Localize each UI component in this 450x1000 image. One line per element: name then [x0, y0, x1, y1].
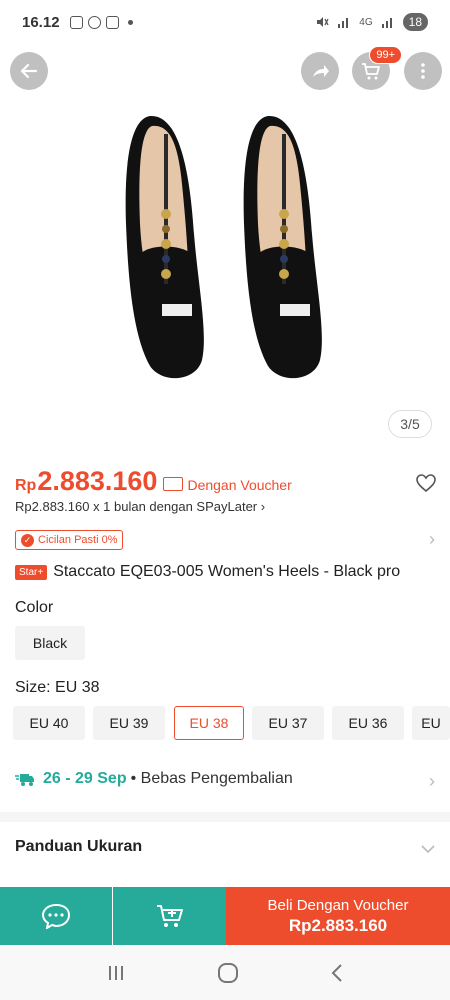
more-icon [421, 63, 425, 79]
notification-icons [69, 15, 133, 29]
buy-button-label: Beli Dengan Voucher [267, 896, 409, 914]
voucher-label: Dengan Voucher [187, 477, 292, 493]
return-policy: • Bebas Pengembalian [130, 770, 293, 787]
cart-count-badge: 99+ [369, 46, 402, 64]
star-plus-badge: Star+ [15, 564, 48, 580]
share-icon [313, 65, 329, 77]
mute-icon [317, 17, 329, 27]
size-option-eu-36[interactable]: EU 36 [332, 706, 404, 740]
battery-level: 18 [402, 13, 428, 31]
color-option-black[interactable]: Black [15, 626, 85, 660]
status-bar: 16.12 4G 18 [0, 0, 450, 44]
nav-back-icon[interactable] [330, 963, 344, 983]
chevron-right-icon[interactable]: › [429, 771, 435, 792]
bottom-action-bar: Beli Dengan Voucher Rp2.883.160 [0, 887, 450, 945]
chat-button[interactable] [0, 887, 112, 945]
delivery-truck-icon [15, 774, 34, 786]
signal-icon-2 [381, 18, 392, 28]
recent-apps-icon[interactable] [106, 964, 126, 982]
chat-icon [41, 903, 71, 929]
product-title: Staccato EQE03-005 Women's Heels - Black… [53, 563, 401, 580]
size-option-eu-37[interactable]: EU 37 [252, 706, 324, 740]
size-option-eu-partial[interactable]: EU [412, 706, 450, 740]
size-option-eu-38[interactable]: EU 38 [174, 706, 244, 740]
system-nav-bar [0, 945, 450, 1000]
spaylater-link[interactable]: Rp2.883.160 x 1 bulan dengan SPayLater › [15, 499, 265, 514]
shipping-row[interactable]: 26 - 29 Sep • Bebas Pengembalian [15, 770, 293, 788]
buy-button-price: Rp2.883.160 [288, 915, 388, 935]
cicilan-label: Cicilan Pasti 0% [38, 534, 118, 546]
more-options-button[interactable] [404, 52, 442, 90]
network-type: 4G [359, 16, 373, 28]
check-icon: ✓ [21, 533, 34, 547]
add-to-cart-icon [156, 905, 183, 927]
buy-with-voucher-button[interactable]: Beli Dengan Voucher Rp2.883.160 [226, 887, 450, 945]
price-row: Rp 2.883.160 Dengan Voucher [15, 466, 435, 497]
size-option-eu-39[interactable]: EU 39 [93, 706, 165, 740]
gallery-notification-icon [69, 15, 83, 29]
price-currency: Rp [15, 477, 37, 494]
product-image [125, 115, 322, 379]
size-label: Size: EU 38 [15, 679, 100, 696]
more-notifications-icon [127, 19, 133, 25]
size-option-eu-40[interactable]: EU 40 [13, 706, 85, 740]
size-guide-label[interactable]: Panduan Ukuran [15, 838, 142, 856]
status-right: 4G 18 [315, 13, 428, 31]
shipping-date: 26 - 29 Sep [43, 770, 127, 787]
favorite-button[interactable] [416, 474, 436, 497]
share-button[interactable] [301, 52, 339, 90]
signal-icon [338, 18, 349, 28]
cart-button[interactable]: 99+ [352, 46, 402, 90]
product-image-carousel[interactable]: 99+ 3/5 [0, 44, 450, 444]
product-title-row: Star+ Staccato EQE03-005 Women's Heels -… [15, 563, 400, 581]
price-value: 2.883.160 [37, 466, 158, 496]
cart-icon [362, 63, 380, 80]
status-time: 16.12 [22, 13, 60, 31]
chevron-down-icon[interactable] [421, 845, 435, 854]
home-icon[interactable] [217, 962, 239, 984]
back-icon [20, 63, 38, 79]
back-button[interactable] [10, 52, 48, 90]
heart-icon [416, 474, 436, 493]
color-label: Color [15, 599, 54, 616]
file-notification-icon [105, 15, 119, 29]
chevron-right-icon[interactable]: › [429, 529, 435, 550]
image-counter: 3/5 [388, 410, 432, 438]
whatsapp-notification-icon [87, 15, 101, 29]
section-divider [0, 812, 450, 822]
cicilan-badge[interactable]: ✓ Cicilan Pasti 0% [15, 530, 124, 550]
add-to-cart-button[interactable] [113, 887, 226, 945]
voucher-icon [163, 477, 184, 491]
